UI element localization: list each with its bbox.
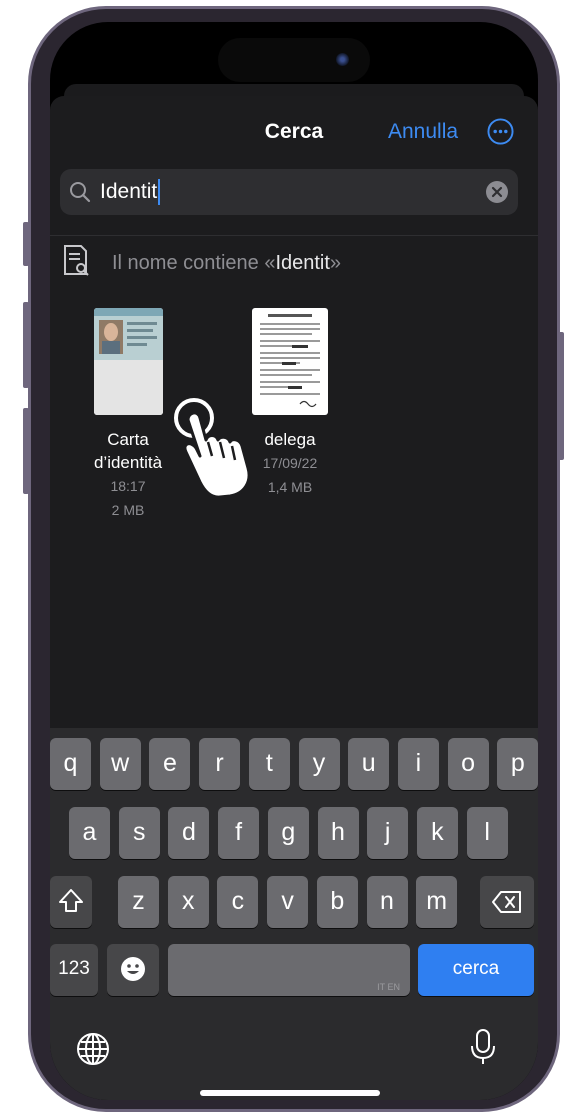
numbers-key[interactable]: 123	[50, 944, 98, 996]
power-button	[558, 332, 564, 460]
divider	[50, 235, 538, 236]
volume-up-button	[23, 302, 29, 388]
key-g[interactable]: g	[267, 807, 309, 859]
key-t[interactable]: t	[248, 738, 290, 790]
cancel-button[interactable]: Annulla	[388, 120, 458, 144]
globe-icon[interactable]	[76, 1032, 110, 1066]
key-n[interactable]: n	[366, 876, 408, 928]
key-v[interactable]: v	[267, 876, 309, 928]
key-u[interactable]: u	[348, 738, 390, 790]
space-key[interactable]: IT EN	[168, 944, 410, 996]
dynamic-island	[218, 38, 370, 82]
tap-hand-icon	[174, 398, 251, 498]
key-f[interactable]: f	[218, 807, 260, 859]
file-thumbnail-delega[interactable]	[252, 308, 328, 415]
microphone-icon[interactable]	[470, 1028, 496, 1066]
filter-prefix: Il nome contiene «	[112, 252, 276, 274]
action-button	[23, 222, 29, 266]
xmark-circle-icon[interactable]	[486, 181, 508, 203]
search-sheet: Cerca Annulla Identit Il nome contiene «…	[50, 96, 538, 1100]
space-language-tag: IT EN	[377, 982, 400, 992]
search-input[interactable]: Identit	[100, 180, 157, 204]
filter-suffix: »	[329, 252, 342, 274]
filter-suggestion[interactable]: Il nome contiene «Identit»	[112, 252, 341, 275]
key-h[interactable]: h	[317, 807, 359, 859]
key-a[interactable]: a	[69, 807, 110, 859]
key-l[interactable]: l	[466, 807, 508, 859]
key-c[interactable]: c	[217, 876, 259, 928]
keyboard: qwertyuiop asdfghjkl zxcvbnm 123 IT EN c…	[50, 728, 538, 1100]
ellipsis-circle-icon[interactable]	[487, 118, 514, 145]
search-field[interactable]: Identit	[60, 169, 518, 215]
key-r[interactable]: r	[199, 738, 241, 790]
key-m[interactable]: m	[416, 876, 458, 928]
key-i[interactable]: i	[397, 738, 439, 790]
key-x[interactable]: x	[167, 876, 209, 928]
key-z[interactable]: z	[118, 876, 159, 928]
key-b[interactable]: b	[316, 876, 358, 928]
key-k[interactable]: k	[416, 807, 458, 859]
home-indicator[interactable]	[200, 1090, 380, 1096]
search-go-key[interactable]: cerca	[418, 944, 534, 996]
key-y[interactable]: y	[298, 738, 340, 790]
page-title: Cerca	[264, 120, 324, 143]
key-p[interactable]: p	[497, 738, 538, 790]
emoji-key[interactable]	[107, 944, 159, 996]
key-o[interactable]: o	[447, 738, 489, 790]
key-w[interactable]: w	[99, 738, 141, 790]
camera-icon	[336, 53, 349, 66]
file-size: 2 MB	[111, 502, 145, 518]
document-search-icon[interactable]	[62, 244, 90, 278]
key-s[interactable]: s	[118, 807, 160, 859]
text-caret	[158, 179, 160, 205]
key-q[interactable]: q	[50, 738, 91, 790]
backspace-key[interactable]	[480, 876, 534, 928]
filter-term: Identit	[275, 252, 330, 274]
key-e[interactable]: e	[149, 738, 191, 790]
shift-key[interactable]	[50, 876, 92, 928]
key-d[interactable]: d	[168, 807, 210, 859]
key-j[interactable]: j	[367, 807, 409, 859]
volume-down-button	[23, 408, 29, 494]
file-thumbnail-id-card[interactable]	[94, 308, 163, 415]
screen: Cerca Annulla Identit Il nome contiene «…	[50, 22, 538, 1100]
magnifier-icon	[70, 182, 91, 203]
